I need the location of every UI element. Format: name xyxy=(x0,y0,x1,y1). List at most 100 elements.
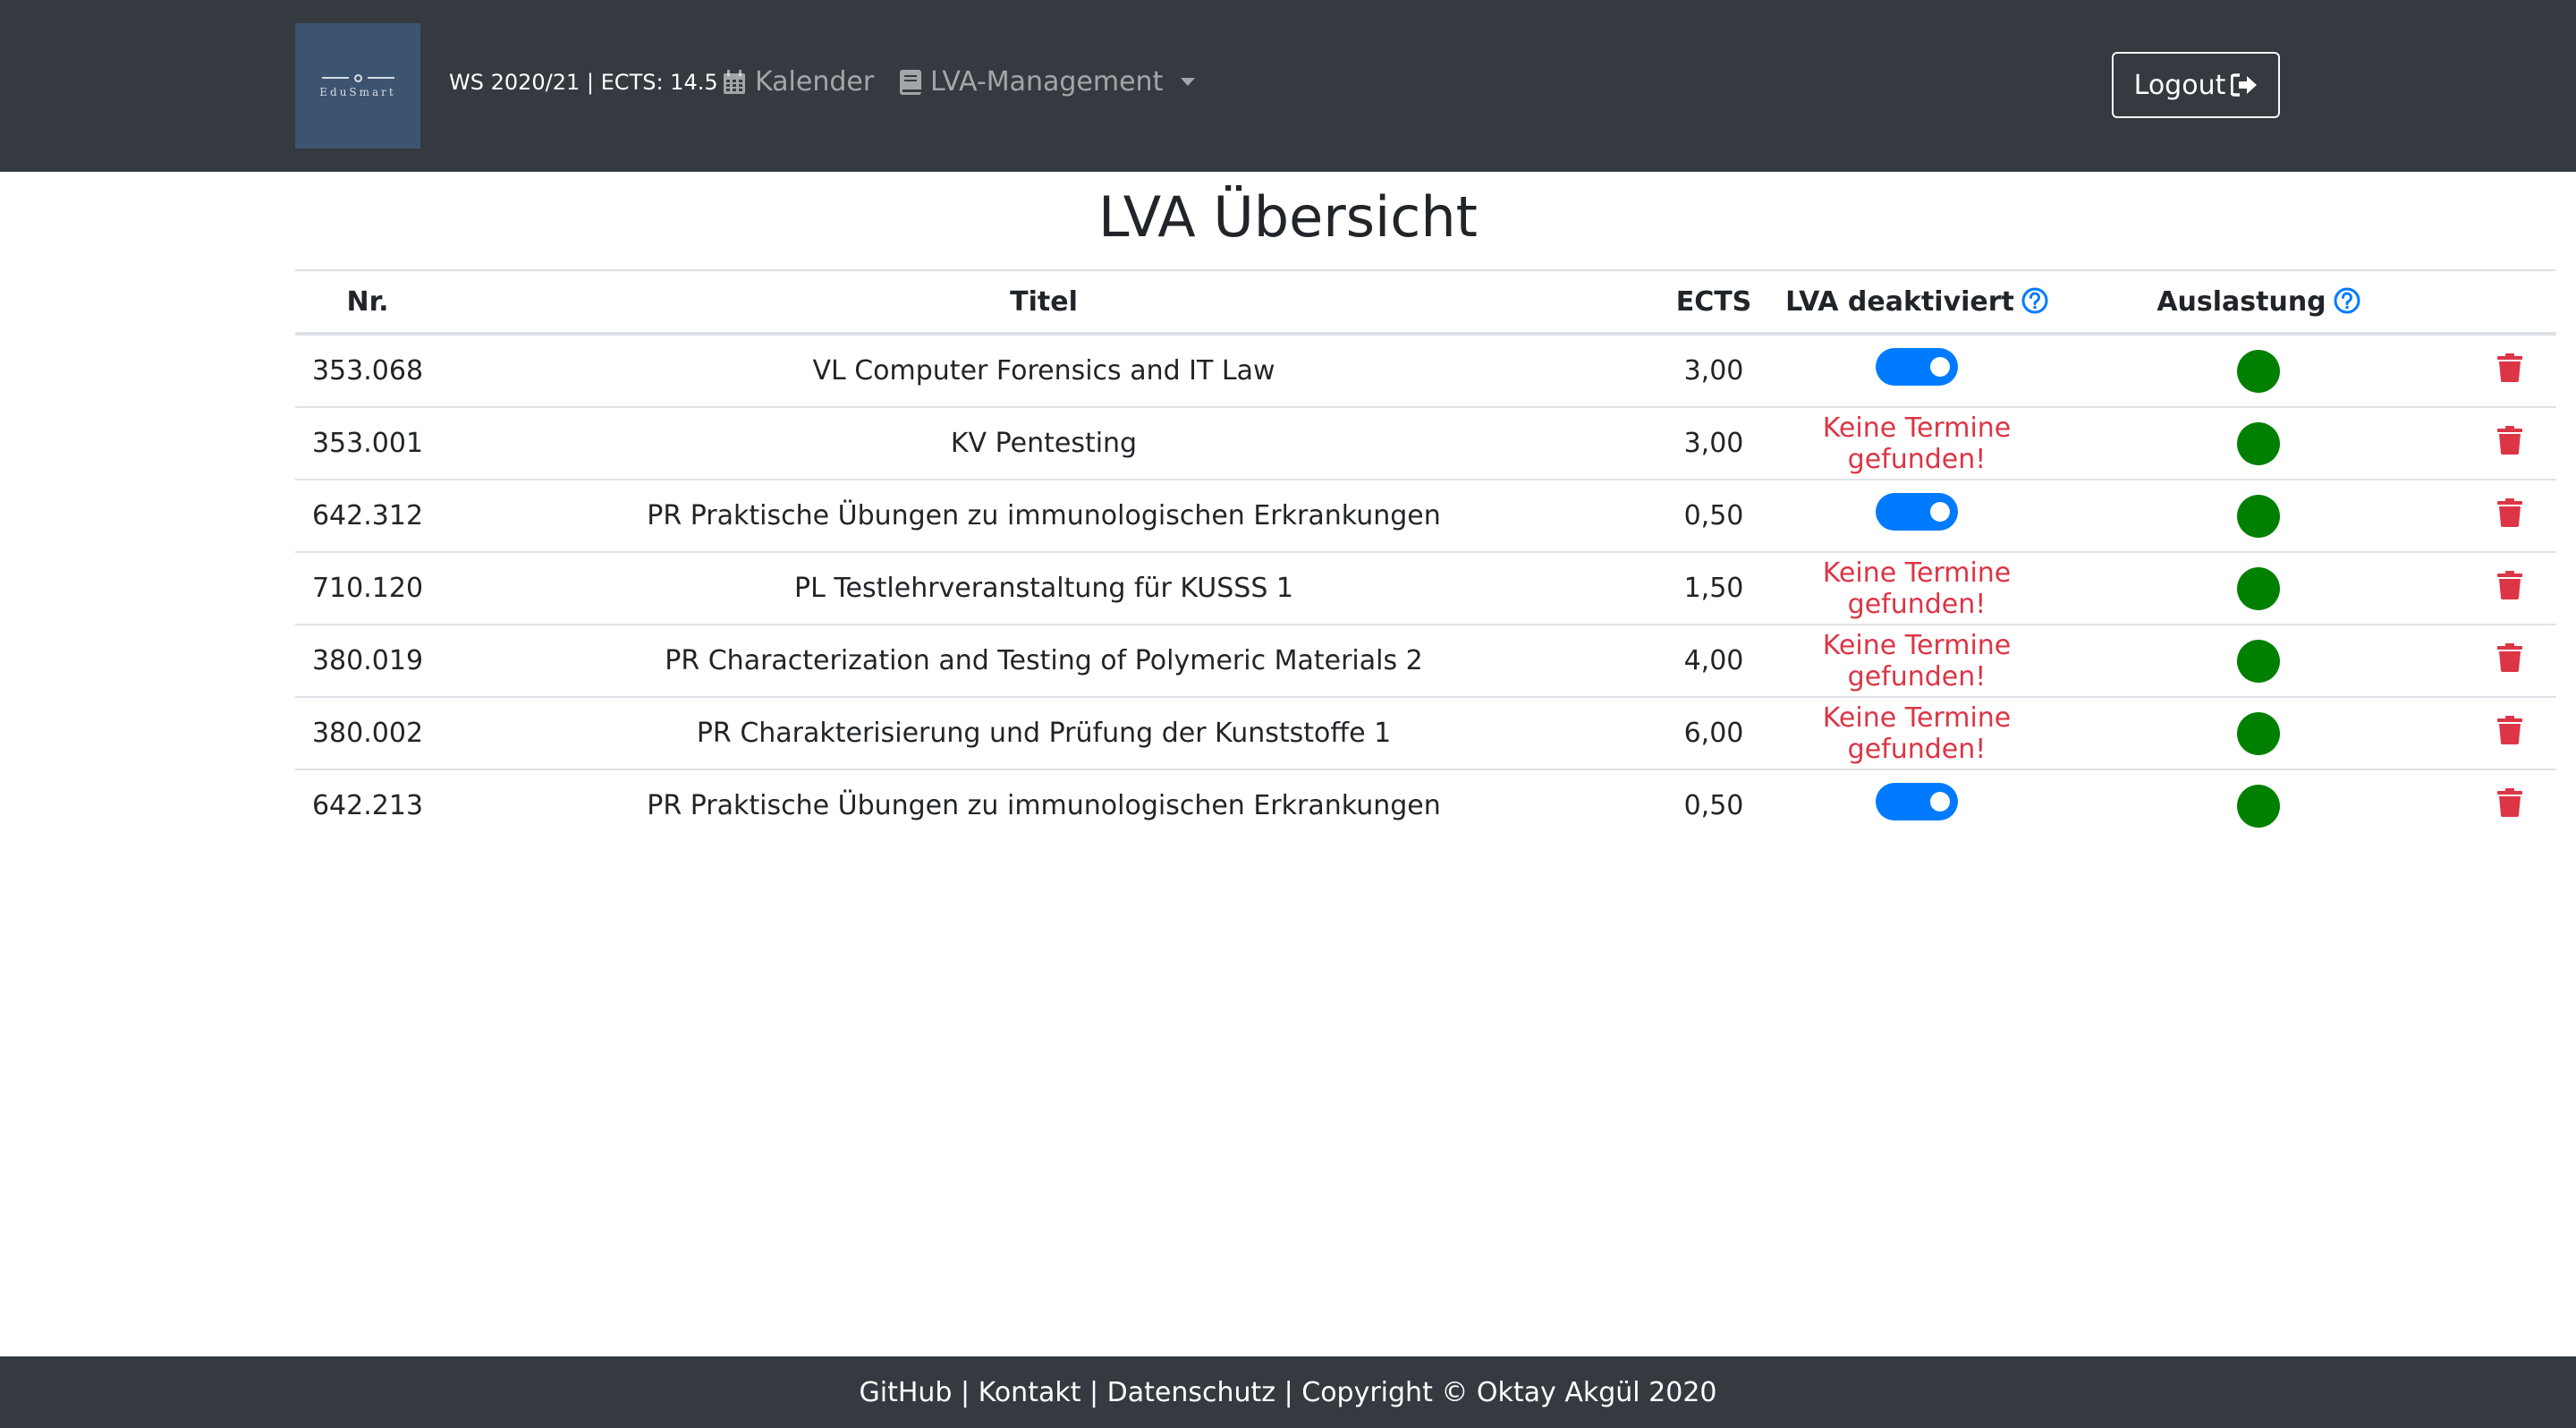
trash-icon[interactable] xyxy=(2497,570,2522,607)
header-ects: ECTS xyxy=(1648,269,1780,336)
cell-deaktiviert: Keine Termine gefunden! xyxy=(1780,551,2054,625)
header-deaktiviert: LVA deaktiviert xyxy=(1780,269,2054,336)
cell-deaktiviert xyxy=(1780,769,2054,841)
deactivate-toggle[interactable] xyxy=(1876,492,1958,531)
cell-titel: PR Charakterisierung und Prüfung der Kun… xyxy=(440,696,1648,769)
table-header-row: Nr. Titel ECTS LVA deaktiviert Auslastun… xyxy=(295,269,2556,336)
cell-nr: 710.120 xyxy=(295,551,440,625)
sign-out-icon xyxy=(2231,73,2258,97)
logo-mark xyxy=(321,73,394,82)
cell-titel: PR Praktische Übungen zu immunologischen… xyxy=(440,769,1648,841)
cell-titel: PR Praktische Übungen zu immunologischen… xyxy=(440,479,1648,552)
trash-icon[interactable] xyxy=(2497,353,2522,389)
table-row: 353.001 KV Pentesting 3,00 Keine Termine ge… xyxy=(295,406,2556,480)
footer-separator: | xyxy=(952,1376,979,1408)
cell-actions xyxy=(2463,334,2556,407)
table-row: 380.002 PR Charakterisierung und Prüfung … xyxy=(295,696,2556,769)
header-nr: Nr. xyxy=(295,269,440,336)
calendar-icon xyxy=(724,69,745,94)
cell-nr: 353.001 xyxy=(295,406,440,480)
no-dates-message: Keine Termine gefunden! xyxy=(1822,701,2012,765)
nav-lva-management-label: LVA-Management xyxy=(930,66,1164,98)
semester-ects-info: WS 2020/21 | ECTS: 14.5 xyxy=(449,70,718,95)
cell-deaktiviert: Keine Termine gefunden! xyxy=(1780,406,2054,480)
cell-ects: 0,50 xyxy=(1648,769,1780,841)
footer-datenschutz-link[interactable]: Datenschutz xyxy=(1107,1377,1275,1408)
cell-ects: 4,00 xyxy=(1648,624,1780,697)
book-icon xyxy=(900,69,921,95)
auslastung-status-dot xyxy=(2237,639,2280,683)
auslastung-status-dot xyxy=(2237,349,2280,393)
cell-actions xyxy=(2463,696,2556,769)
edusmart-logo[interactable]: EduSmart xyxy=(295,23,420,149)
lva-table-body: 353.068 VL Computer Forensics and IT Law 3… xyxy=(295,334,2556,841)
page-title: LVA Übersicht xyxy=(1098,184,1478,250)
cell-auslastung xyxy=(2054,479,2463,552)
nav-calendar-link[interactable]: Kalender xyxy=(723,66,874,98)
logout-button[interactable]: Logout xyxy=(2112,52,2280,118)
cell-ects: 0,50 xyxy=(1648,479,1780,552)
cell-auslastung xyxy=(2054,406,2463,480)
trash-icon[interactable] xyxy=(2497,497,2522,534)
cell-titel: VL Computer Forensics and IT Law xyxy=(812,355,1275,387)
cell-deaktiviert: Keine Termine gefunden! xyxy=(1780,696,2054,769)
toggle-knob xyxy=(1930,356,1950,377)
no-dates-message: Keine Termine gefunden! xyxy=(1822,629,2012,693)
header-actions xyxy=(2463,269,2556,336)
cell-deaktiviert: Keine Termine gefunden! xyxy=(1780,624,2054,697)
table-row: 353.068 VL Computer Forensics and IT Law 3… xyxy=(295,334,2556,407)
table-row: 642.213 PR Praktische Übungen zu immunolo… xyxy=(295,769,2556,841)
cell-auslastung xyxy=(2054,334,2463,407)
question-circle-icon[interactable] xyxy=(2021,287,2048,314)
auslastung-status-dot xyxy=(2237,494,2280,538)
lva-table-container: Nr. Titel ECTS LVA deaktiviert Auslastun… xyxy=(295,269,2556,841)
cell-actions xyxy=(2463,624,2556,697)
header-auslastung-label: Auslastung xyxy=(2157,285,2326,318)
logo-text: EduSmart xyxy=(319,85,396,98)
chevron-down-icon xyxy=(1181,78,1196,86)
logout-label: Logout xyxy=(2133,69,2226,101)
auslastung-status-dot xyxy=(2237,711,2280,755)
deactivate-toggle[interactable] xyxy=(1876,782,1958,820)
no-dates-message: Keine Termine gefunden! xyxy=(1822,412,2012,475)
cell-deaktiviert xyxy=(1780,479,2054,552)
cell-titel: PL Testlehrveranstaltung für KUSSS 1 xyxy=(440,551,1648,625)
header-deaktiviert-label: LVA deaktiviert xyxy=(1785,285,2014,318)
table-row: 710.120 PL Testlehrveranstaltung für KUSS… xyxy=(295,551,2556,625)
cell-auslastung xyxy=(2054,696,2463,769)
deactivate-toggle[interactable] xyxy=(1876,347,1958,386)
cell-nr: 353.068 xyxy=(311,355,424,387)
table-row: 642.312 PR Praktische Übungen zu immunolo… xyxy=(295,479,2556,552)
footer-separator: | xyxy=(1275,1376,1302,1408)
table-row: 380.019 PR Characterization and Testing o… xyxy=(295,624,2556,697)
no-dates-message: Keine Termine gefunden! xyxy=(1822,557,2012,620)
trash-icon[interactable] xyxy=(2497,642,2522,679)
top-navbar: EduSmart WS 2020/21 | ECTS: 14.5 Kalende… xyxy=(0,0,2576,172)
nav-calendar-label: Kalender xyxy=(755,66,875,98)
question-circle-icon[interactable] xyxy=(2334,287,2360,314)
nav-lva-management-dropdown[interactable]: LVA-Management xyxy=(900,66,1196,98)
cell-titel: KV Pentesting xyxy=(440,406,1648,480)
cell-actions xyxy=(2463,551,2556,625)
cell-titel: PR Characterization and Testing of Polym… xyxy=(440,624,1648,697)
cell-ects: 1,50 xyxy=(1648,551,1780,625)
cell-nr: 380.019 xyxy=(295,624,440,697)
cell-auslastung xyxy=(2054,551,2463,625)
cell-deaktiviert xyxy=(1780,334,2054,407)
header-titel: Titel xyxy=(440,269,1648,336)
trash-icon[interactable] xyxy=(2497,715,2522,752)
auslastung-status-dot xyxy=(2237,421,2280,465)
trash-icon[interactable] xyxy=(2497,787,2522,824)
footer-separator: | xyxy=(1080,1376,1107,1408)
auslastung-status-dot xyxy=(2237,566,2280,610)
footer-github-link[interactable]: GitHub xyxy=(859,1377,952,1408)
trash-icon[interactable] xyxy=(2497,425,2522,462)
footer-copyright: Copyright © Oktay Akgül 2020 xyxy=(1301,1376,1717,1408)
footer-kontakt-link[interactable]: Kontakt xyxy=(979,1377,1081,1408)
cell-nr: 642.213 xyxy=(295,769,440,841)
cell-actions xyxy=(2463,769,2556,841)
cell-auslastung xyxy=(2054,769,2463,841)
cell-nr: 380.002 xyxy=(295,696,440,769)
cell-nr: 642.312 xyxy=(295,479,440,552)
cell-ects: 3,00 xyxy=(1648,406,1780,480)
